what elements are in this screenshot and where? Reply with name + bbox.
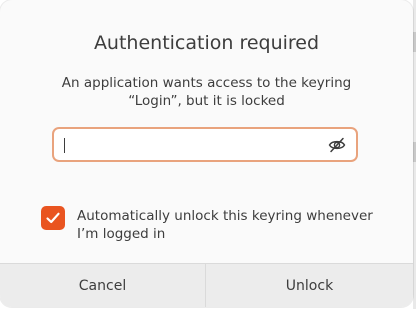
screen: Authentication required An application w…: [0, 0, 416, 309]
eye-slash-icon[interactable]: [328, 136, 346, 154]
text-cursor: [64, 138, 65, 153]
dialog-message-line-1: An application wants access to the keyri…: [61, 75, 352, 91]
auto-unlock-label-line-2: I’m logged in: [77, 226, 166, 242]
dialog-message-line-2: “Login”, but it is locked: [128, 93, 285, 109]
auto-unlock-label[interactable]: Automatically unlock this keyring whenev…: [77, 207, 377, 243]
dialog-title: Authentication required: [93, 32, 320, 54]
password-input[interactable]: [62, 135, 322, 155]
dialog-button-bar: Cancel Unlock: [0, 263, 413, 307]
unlock-button[interactable]: Unlock: [206, 264, 413, 307]
cancel-button[interactable]: Cancel: [0, 264, 205, 307]
dialog-message: An application wants access to the keyri…: [30, 74, 383, 110]
auto-unlock-label-line-1: Automatically unlock this keyring whenev…: [77, 208, 373, 224]
keyring-unlock-dialog: Authentication required An application w…: [0, 0, 413, 307]
password-field[interactable]: [52, 127, 358, 162]
checkmark-icon: [46, 212, 60, 224]
auto-unlock-checkbox[interactable]: [41, 206, 65, 230]
